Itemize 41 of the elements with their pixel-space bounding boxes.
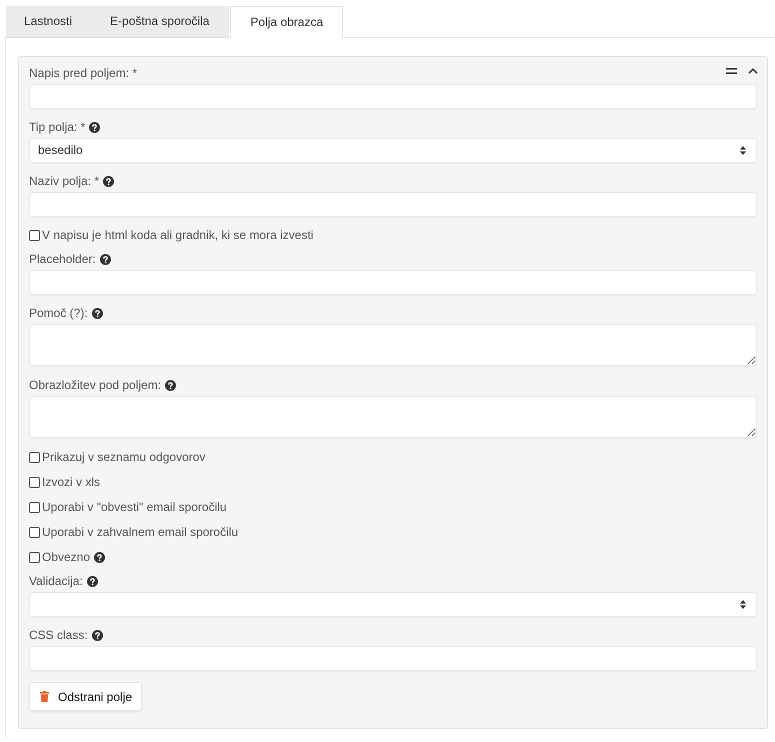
help-icon[interactable] — [100, 254, 111, 264]
textarea-field[interactable] — [29, 324, 757, 366]
checkbox[interactable] — [29, 452, 40, 462]
checkbox-label[interactable]: Obvezno — [42, 548, 90, 566]
tab[interactable]: Polja obrazca — [230, 6, 344, 38]
checkbox-label[interactable]: Prikazuj v seznamu odgovorov — [42, 448, 206, 466]
tab[interactable]: Lastnosti — [6, 6, 90, 37]
remove-field-button[interactable]: Odstrani polje — [29, 682, 142, 711]
help-icon[interactable] — [94, 552, 106, 562]
chevron-up-icon[interactable] — [748, 68, 758, 74]
field-label: Naziv polja: * — [29, 173, 100, 190]
field-label: Placeholder: — [29, 251, 96, 268]
help-icon[interactable] — [165, 380, 176, 390]
checkbox-label[interactable]: V napisu je html koda ali gradnik, ki se mora izvesti — [42, 226, 314, 244]
field-label: Pomoč (?): — [29, 305, 88, 322]
help-icon[interactable] — [86, 576, 98, 586]
help-icon[interactable] — [89, 122, 100, 132]
help-icon[interactable] — [92, 308, 103, 318]
checkbox-label[interactable]: Uporabi v "obvesti" email sporočilu — [42, 498, 227, 516]
field-label: CSS class: — [29, 627, 88, 644]
checkbox[interactable] — [29, 552, 40, 562]
field-label: Tip polja: * — [29, 119, 86, 136]
trash-icon — [40, 691, 49, 702]
checkbox-label[interactable]: Uporabi v zahvalnem email sporočilu — [42, 523, 238, 541]
checkbox[interactable] — [29, 230, 40, 240]
select-field[interactable]: besedilo — [29, 138, 757, 163]
checkbox[interactable] — [29, 502, 40, 512]
field-label: Validacija: — [29, 573, 83, 590]
checkbox-label[interactable]: Izvozi v xls — [42, 473, 100, 491]
field-label: Obrazložitev pod poljem: — [29, 377, 162, 394]
help-icon[interactable] — [92, 630, 103, 640]
tab[interactable]: E-poštna sporočila — [90, 6, 230, 37]
select-caret-icon — [740, 146, 746, 155]
field-label: Napis pred poljem: * — [29, 65, 138, 82]
help-icon[interactable] — [103, 176, 114, 186]
checkbox[interactable] — [29, 476, 40, 488]
select-field[interactable] — [29, 592, 757, 617]
select-caret-icon — [740, 600, 746, 609]
textarea-field[interactable] — [29, 396, 757, 438]
checkbox[interactable] — [29, 526, 40, 538]
drag-handle-icon[interactable] — [726, 68, 737, 74]
